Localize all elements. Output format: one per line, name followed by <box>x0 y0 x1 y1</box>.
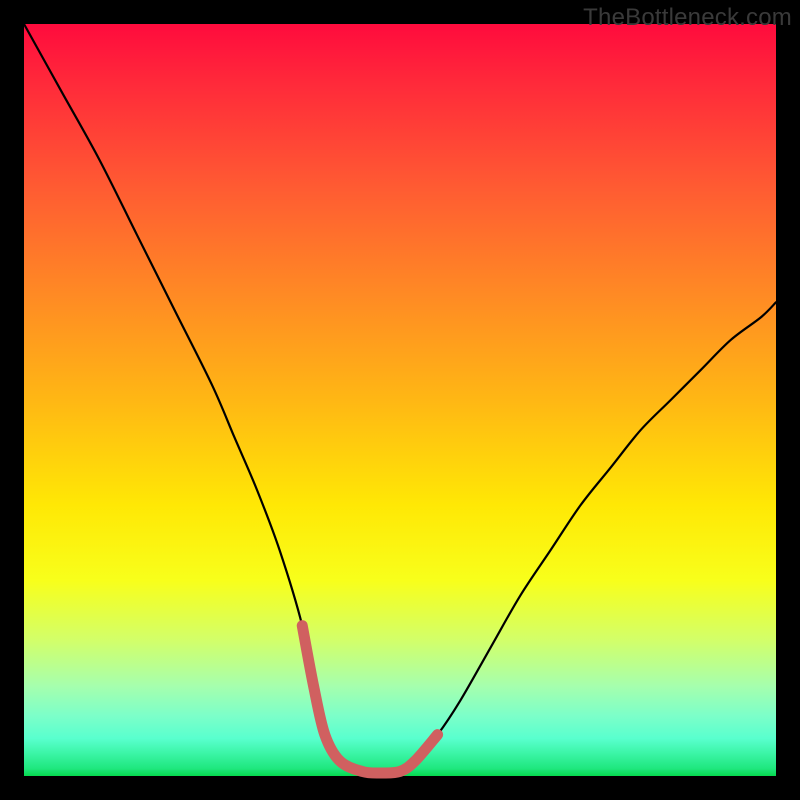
black-curve <box>24 24 776 773</box>
curve-layer <box>24 24 776 776</box>
watermark-text: TheBottleneck.com <box>583 4 792 32</box>
chart-frame: TheBottleneck.com <box>0 0 800 800</box>
highlight-segment <box>302 626 437 773</box>
